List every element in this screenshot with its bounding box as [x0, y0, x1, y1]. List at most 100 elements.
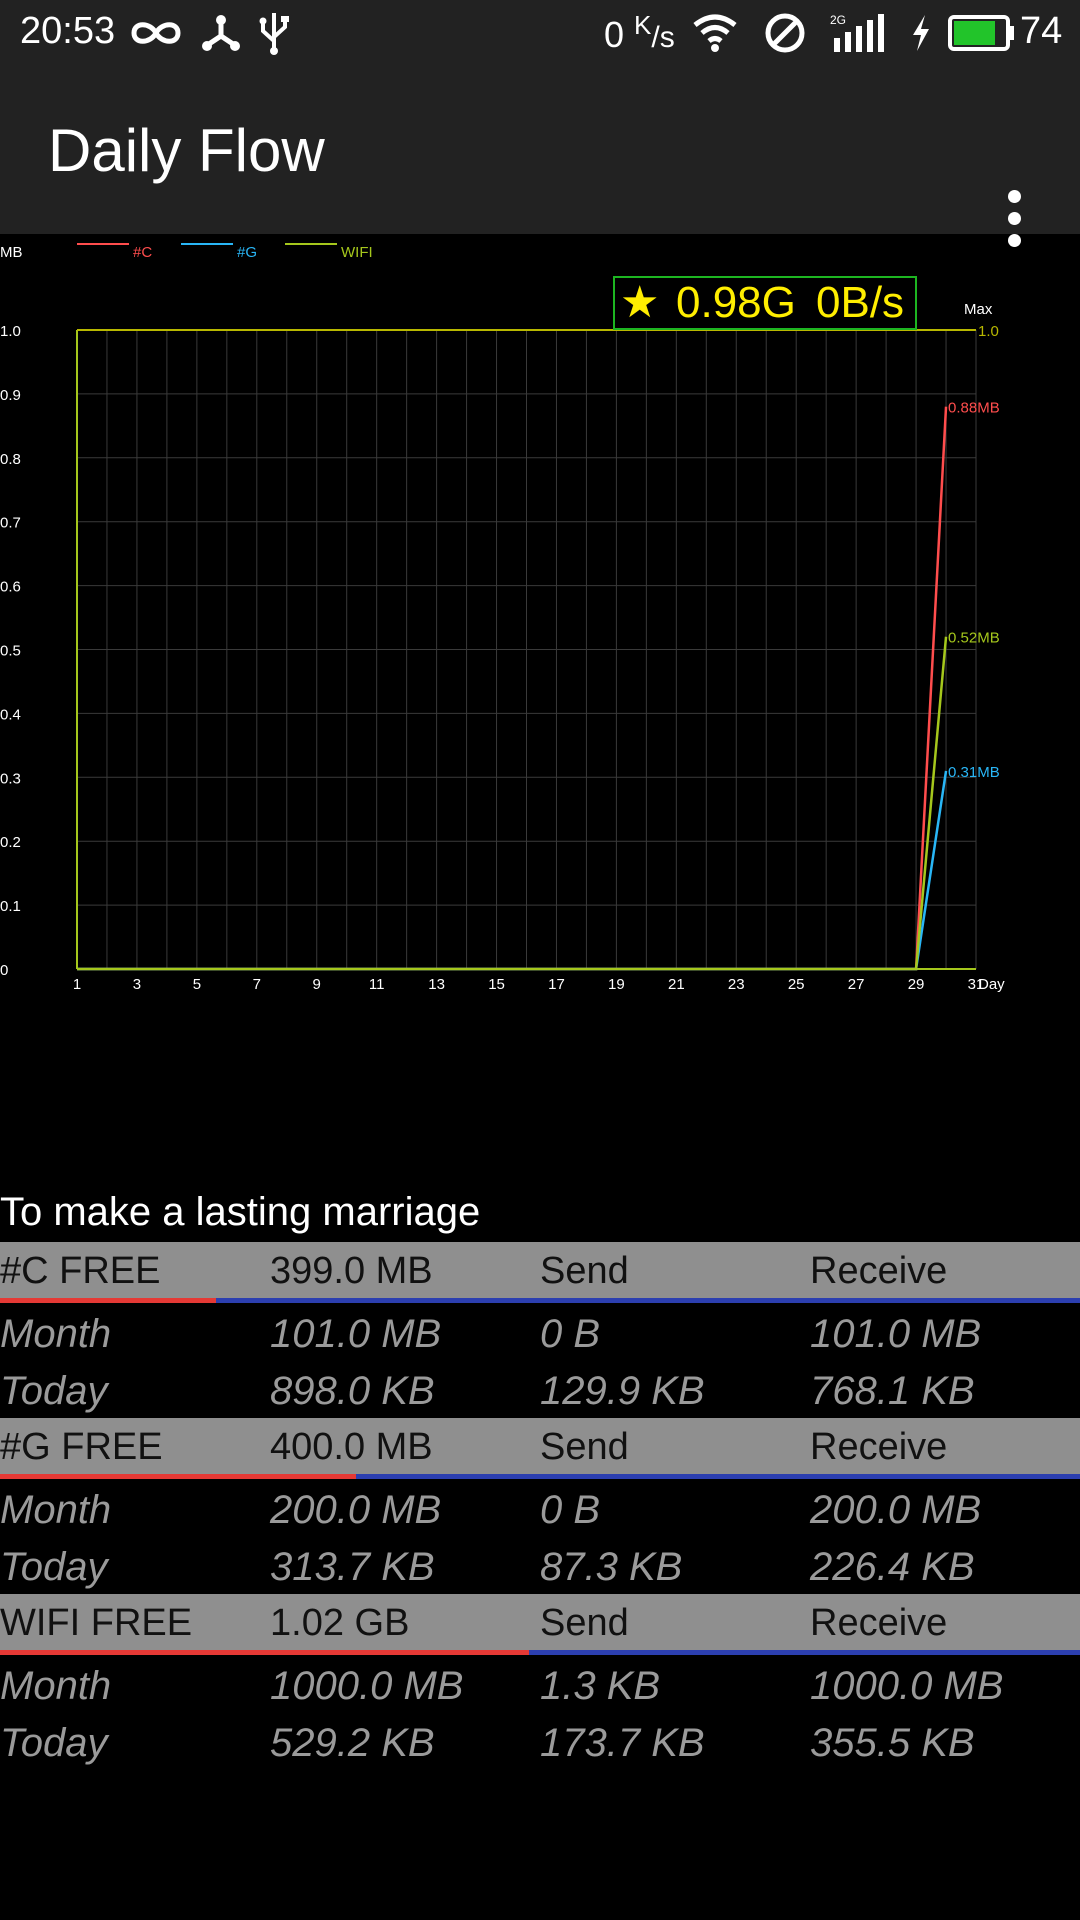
max-value-label: 1.0 — [978, 323, 999, 340]
y-tick-label: 0.7 — [0, 515, 21, 532]
usage-bar — [0, 1474, 1080, 1479]
y-tick-label: 0.8 — [0, 451, 21, 468]
max-label: Max — [964, 301, 993, 318]
legend-entry: #G — [237, 244, 257, 261]
usage-bar — [0, 1298, 1080, 1303]
today-row: Today 529.2 KB 173.7 KB 355.5 KB — [0, 1715, 1080, 1771]
series-line — [77, 636, 948, 971]
y-tick-label: 0.9 — [0, 387, 21, 404]
legend-entry: WIFI — [341, 244, 373, 261]
row-receive: 101.0 MB — [810, 1312, 982, 1356]
infinity-icon — [128, 10, 184, 56]
free-amount: 399.0 MB — [270, 1250, 433, 1292]
row-receive: 226.4 KB — [810, 1545, 975, 1589]
y-tick-label: 0.1 — [0, 898, 21, 915]
section-header: #G FREE 400.0 MB Send Receive — [0, 1418, 1080, 1476]
battery-icon — [946, 10, 1018, 56]
row-send: 173.7 KB — [540, 1721, 705, 1765]
row-send: 1.3 KB — [540, 1664, 661, 1708]
usb-icon — [256, 10, 292, 56]
row-total: 529.2 KB — [270, 1721, 435, 1765]
x-tick-label: 1 — [73, 976, 81, 993]
net-speed-unit-s: /s — [651, 21, 675, 54]
plan-name: #G FREE — [0, 1426, 163, 1468]
row-label: Today — [0, 1721, 108, 1765]
usage-bar-used — [0, 1650, 530, 1655]
badge-total: 0.98G — [676, 278, 796, 327]
plan-name: #C FREE — [0, 1250, 161, 1292]
y-tick-label: 0.6 — [0, 579, 21, 596]
data-label: 0.52MB — [948, 630, 1000, 647]
x-tick-label: 13 — [428, 976, 445, 993]
legend-entry: #C — [133, 244, 152, 261]
series-line — [77, 406, 948, 971]
row-label: Month — [0, 1664, 112, 1708]
daily-flow-chart: 00.10.20.30.40.50.60.70.80.91.01 3 5 7 9 11 13… — [0, 243, 1005, 993]
receive-header: Receive — [810, 1426, 948, 1468]
status-time: 20:53 — [20, 10, 116, 52]
series-line — [77, 770, 948, 971]
section-header: WIFI FREE 1.02 GB Send Receive — [0, 1594, 1080, 1652]
usb-tether-icon — [198, 10, 244, 56]
star-icon: ★ — [620, 278, 659, 327]
row-label: Today — [0, 1369, 108, 1413]
row-total: 1000.0 MB — [270, 1664, 464, 1708]
y-tick-label: 0.3 — [0, 770, 21, 787]
row-receive: 355.5 KB — [810, 1721, 975, 1765]
usage-bar — [0, 1650, 1080, 1655]
row-total: 200.0 MB — [270, 1488, 442, 1532]
row-total: 313.7 KB — [270, 1545, 435, 1589]
wifi-icon — [690, 10, 740, 56]
x-tick-label: 9 — [313, 976, 321, 993]
x-tick-label: 23 — [728, 976, 745, 993]
x-tick-label: 27 — [848, 976, 865, 993]
x-tick-label: 5 — [193, 976, 201, 993]
row-label: Today — [0, 1545, 108, 1589]
page-title: Daily Flow — [48, 117, 325, 184]
x-tick-label: 25 — [788, 976, 805, 993]
svg-text:2G: 2G — [830, 13, 846, 27]
network-speed: 0 K/s — [604, 10, 675, 56]
row-label: Month — [0, 1488, 112, 1532]
y-tick-label: 0.2 — [0, 834, 21, 851]
send-header: Send — [540, 1250, 629, 1292]
send-header: Send — [540, 1602, 629, 1644]
data-label: 0.88MB — [948, 400, 1000, 417]
x-tick-label: 7 — [253, 976, 261, 993]
month-row: Month 200.0 MB 0 B 200.0 MB — [0, 1482, 1080, 1538]
x-tick-label: 29 — [908, 976, 925, 993]
row-receive: 200.0 MB — [810, 1488, 982, 1532]
data-label: 0.31MB — [948, 764, 1000, 781]
row-send: 87.3 KB — [540, 1545, 683, 1589]
section-header: #C FREE 399.0 MB Send Receive — [0, 1242, 1080, 1300]
signal-2g-icon: 2G — [826, 10, 892, 56]
today-row: Today 313.7 KB 87.3 KB 226.4 KB — [0, 1539, 1080, 1595]
y-tick-label: 1.0 — [0, 323, 21, 340]
send-header: Send — [540, 1426, 629, 1468]
free-amount: 1.02 GB — [270, 1602, 410, 1644]
row-total: 898.0 KB — [270, 1369, 435, 1413]
receive-header: Receive — [810, 1602, 948, 1644]
x-tick-label: 15 — [488, 976, 505, 993]
plan-name: WIFI FREE — [0, 1602, 193, 1644]
badge-speed: 0B/s — [816, 278, 904, 327]
row-send: 0 B — [540, 1488, 601, 1532]
row-receive: 1000.0 MB — [810, 1664, 1004, 1708]
free-amount: 400.0 MB — [270, 1426, 433, 1468]
stats-subtitle: To make a lasting marriage — [0, 1190, 481, 1234]
row-send: 129.9 KB — [540, 1369, 705, 1413]
today-row: Today 898.0 KB 129.9 KB 768.1 KB — [0, 1363, 1080, 1419]
x-tick-label: 19 — [608, 976, 625, 993]
receive-header: Receive — [810, 1250, 948, 1292]
month-row: Month 1000.0 MB 1.3 KB 1000.0 MB — [0, 1658, 1080, 1714]
net-speed-value: 0 — [604, 14, 625, 55]
row-send: 0 B — [540, 1312, 601, 1356]
usage-bar-used — [0, 1298, 216, 1303]
app-bar: Daily Flow — [0, 66, 1080, 247]
x-tick-label: 3 — [133, 976, 141, 993]
y-tick-label: 0.4 — [0, 706, 21, 723]
do-not-disturb-icon — [762, 10, 808, 56]
x-tick-label: 11 — [369, 976, 385, 993]
x-tick-label: 21 — [668, 976, 685, 993]
y-tick-label: 0.5 — [0, 643, 21, 660]
